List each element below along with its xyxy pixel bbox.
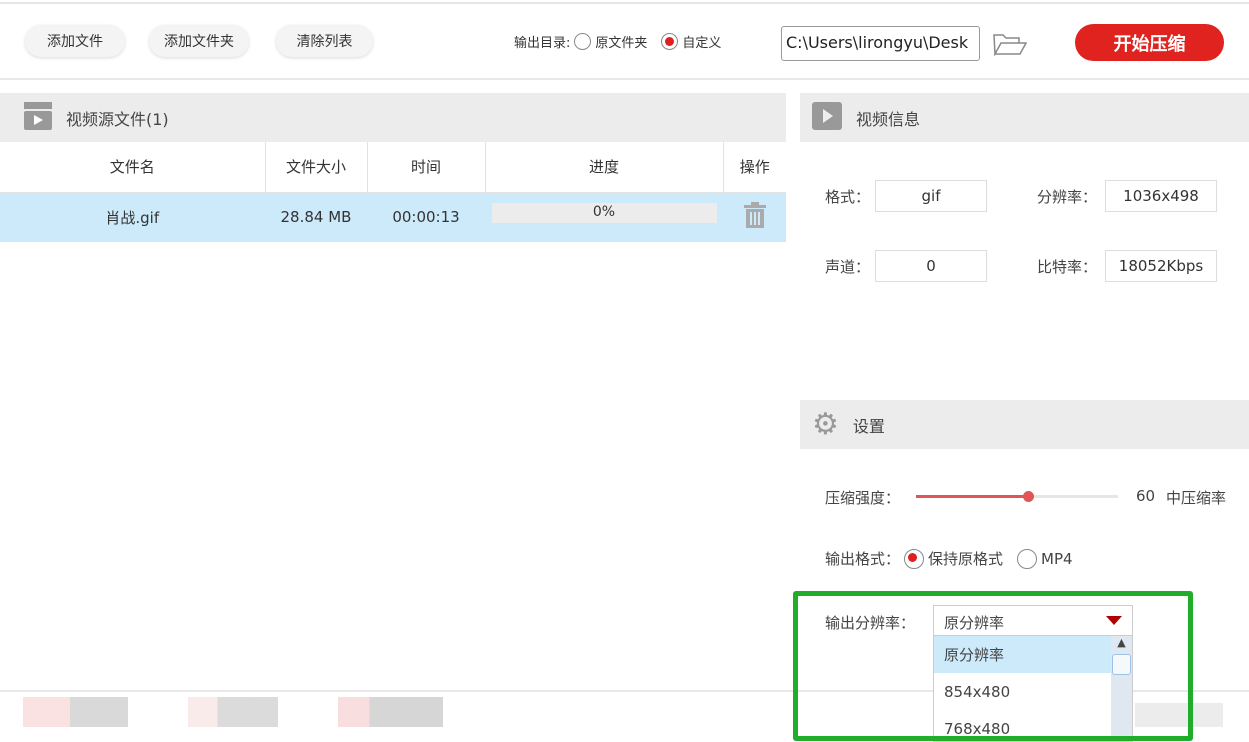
channel-label: 声道： (825, 258, 871, 276)
col-size: 文件大小 (265, 142, 368, 192)
source-files-table: 文件名 文件大小 时间 进度 操作 肖战.gif 28.84 MB 00:00:… (0, 142, 786, 242)
settings-title: 设置 (852, 416, 885, 436)
scrollbar-thumb[interactable] (1112, 654, 1131, 675)
keep-format-label: 保持原格式 (928, 550, 1004, 568)
bitrate-label: 比特率： (1037, 258, 1098, 276)
table-header-row: 文件名 文件大小 时间 进度 操作 (0, 142, 786, 192)
radio-original-folder[interactable] (574, 33, 592, 50)
resolution-selected: 原分辨率 (944, 614, 1005, 632)
original-folder-label: 原文件夹 (595, 36, 648, 51)
add-file-button[interactable]: 添加文件 (25, 25, 125, 57)
folder-open-icon[interactable] (993, 32, 1028, 60)
file-size: 28.84 MB (265, 192, 368, 242)
col-progress: 进度 (485, 142, 724, 192)
file-name: 肖战.gif (0, 192, 266, 242)
radio-keep-format[interactable] (904, 548, 925, 569)
resolution-select[interactable]: 原分辨率 (933, 605, 1133, 636)
blurred-bottom-item (338, 697, 443, 727)
output-dir-label: 输出目录: (514, 36, 571, 51)
video-info-title: 视频信息 (856, 109, 921, 129)
chevron-down-icon[interactable] (1106, 616, 1122, 625)
resolution-value: 1036x498 (1105, 180, 1217, 212)
clear-list-button[interactable]: 清除列表 (276, 25, 373, 57)
blurred-bottom-item (1135, 703, 1223, 727)
output-resolution-label: 输出分辨率： (825, 614, 916, 632)
settings-header: ⚙ 设置 (800, 400, 1249, 449)
output-path-input[interactable]: C:\Users\lirongyu\Desk (781, 26, 980, 61)
strength-value: 60 (1136, 487, 1156, 505)
radio-mp4[interactable] (1017, 548, 1038, 569)
strength-desc: 中压缩率 (1166, 489, 1227, 507)
clapperboard-icon (24, 101, 54, 134)
strength-label: 压缩强度： (825, 489, 901, 507)
format-value: gif (875, 180, 987, 212)
file-time: 00:00:13 (367, 192, 486, 242)
mp4-label: MP4 (1041, 549, 1073, 568)
progress-bar: 0% (491, 203, 717, 224)
col-time: 时间 (367, 142, 486, 192)
slider-fill (916, 495, 1029, 498)
top-border (0, 2, 1249, 4)
format-label: 格式： (825, 188, 871, 206)
delete-icon[interactable] (723, 192, 786, 242)
slider-thumb[interactable] (1023, 491, 1035, 502)
blurred-bottom-item (23, 697, 128, 727)
dropdown-option[interactable]: 原分辨率 (934, 636, 1112, 673)
col-action: 操作 (739, 158, 770, 177)
output-format-label: 输出格式： (825, 550, 901, 568)
source-files-title: 视频源文件(1) (66, 109, 169, 129)
strength-slider[interactable] (916, 491, 1118, 502)
table-row[interactable]: 肖战.gif 28.84 MB 00:00:13 0% (0, 192, 786, 242)
blurred-bottom-item (188, 697, 278, 727)
start-compress-button[interactable]: 开始压缩 (1075, 24, 1224, 61)
output-dir-group: 输出目录: 原文件夹 自定义 (514, 32, 721, 51)
resolution-dropdown-list: 原分辨率 854x480 768x480 ▲ (933, 636, 1133, 742)
dropdown-scrollbar[interactable]: ▲ (1111, 636, 1132, 741)
bitrate-value: 18052Kbps (1105, 250, 1217, 282)
toolbar-divider (0, 78, 1249, 80)
dropdown-option[interactable]: 854x480 (934, 673, 1112, 710)
channel-value: 0 (875, 250, 987, 282)
dropdown-option[interactable]: 768x480 (934, 710, 1112, 741)
custom-label: 自定义 (682, 36, 722, 51)
progress-cell: 0% (485, 192, 724, 242)
add-folder-button[interactable]: 添加文件夹 (149, 25, 249, 57)
resolution-label: 分辨率： (1037, 188, 1098, 206)
video-info-header: 视频信息 (800, 93, 1249, 142)
col-filename: 文件名 (0, 142, 266, 192)
scroll-up-icon[interactable]: ▲ (1111, 636, 1132, 652)
radio-custom[interactable] (661, 33, 679, 50)
gear-icon: ⚙ (812, 406, 839, 442)
play-icon (812, 101, 842, 134)
source-files-header: 视频源文件(1) (0, 93, 786, 142)
output-format-group: 输出格式： 保持原格式 MP4 (825, 548, 1073, 569)
